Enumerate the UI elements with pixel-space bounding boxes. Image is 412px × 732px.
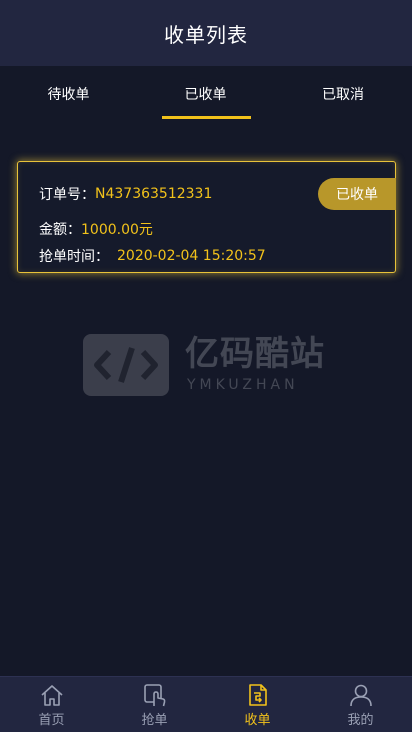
page-title: 收单列表 xyxy=(164,22,248,47)
grab-time-row: 抢单时间： 2020-02-04 15:20:57 xyxy=(39,246,266,266)
tab-pending[interactable]: 待收单 xyxy=(0,66,137,122)
nav-receive-order-label: 收单 xyxy=(244,713,271,728)
grab-order-icon xyxy=(143,684,165,707)
nav-mine-label: 我的 xyxy=(347,713,374,728)
bottom-nav: 首页 抢单 收单 我的 xyxy=(0,676,412,732)
receive-order-icon xyxy=(248,684,267,706)
watermark-name: 亿码酷站 xyxy=(185,334,325,374)
order-number-label: 订单号： xyxy=(39,187,95,203)
nav-grab-order[interactable]: 抢单 xyxy=(103,677,206,732)
nav-grab-order-label: 抢单 xyxy=(141,713,168,728)
order-number-row: 订单号： N437363512331 xyxy=(39,184,212,204)
watermark-logo: 亿码酷站 YMKUZHAN xyxy=(83,334,333,398)
nav-mine[interactable]: 我的 xyxy=(309,677,412,732)
header-bar: 收单列表 xyxy=(0,0,412,66)
nav-home[interactable]: 首页 xyxy=(0,677,103,732)
user-icon xyxy=(349,684,372,707)
nav-receive-order[interactable]: 收单 xyxy=(206,677,309,732)
order-number-value: N437363512331 xyxy=(95,186,213,202)
watermark-subtitle: YMKUZHAN xyxy=(187,377,299,393)
active-tab-indicator xyxy=(162,116,251,119)
status-badge: 已收单 xyxy=(318,178,396,210)
amount-value: 1000.00元 xyxy=(81,222,153,238)
home-icon xyxy=(40,685,63,706)
tab-cancelled[interactable]: 已取消 xyxy=(274,66,412,122)
grab-time-label: 抢单时间： xyxy=(39,249,109,265)
grab-time-value: 2020-02-04 15:20:57 xyxy=(117,248,266,264)
code-logo-icon xyxy=(83,334,169,396)
amount-row: 金额： 1000.00元 xyxy=(39,219,153,239)
tab-received[interactable]: 已收单 xyxy=(137,66,274,122)
amount-label: 金额： xyxy=(39,222,81,238)
order-card[interactable]: 订单号： N437363512331 金额： 1000.00元 抢单时间： 20… xyxy=(17,161,396,273)
status-tabs: 待收单 已收单 已取消 xyxy=(0,66,412,122)
nav-home-label: 首页 xyxy=(38,713,65,728)
